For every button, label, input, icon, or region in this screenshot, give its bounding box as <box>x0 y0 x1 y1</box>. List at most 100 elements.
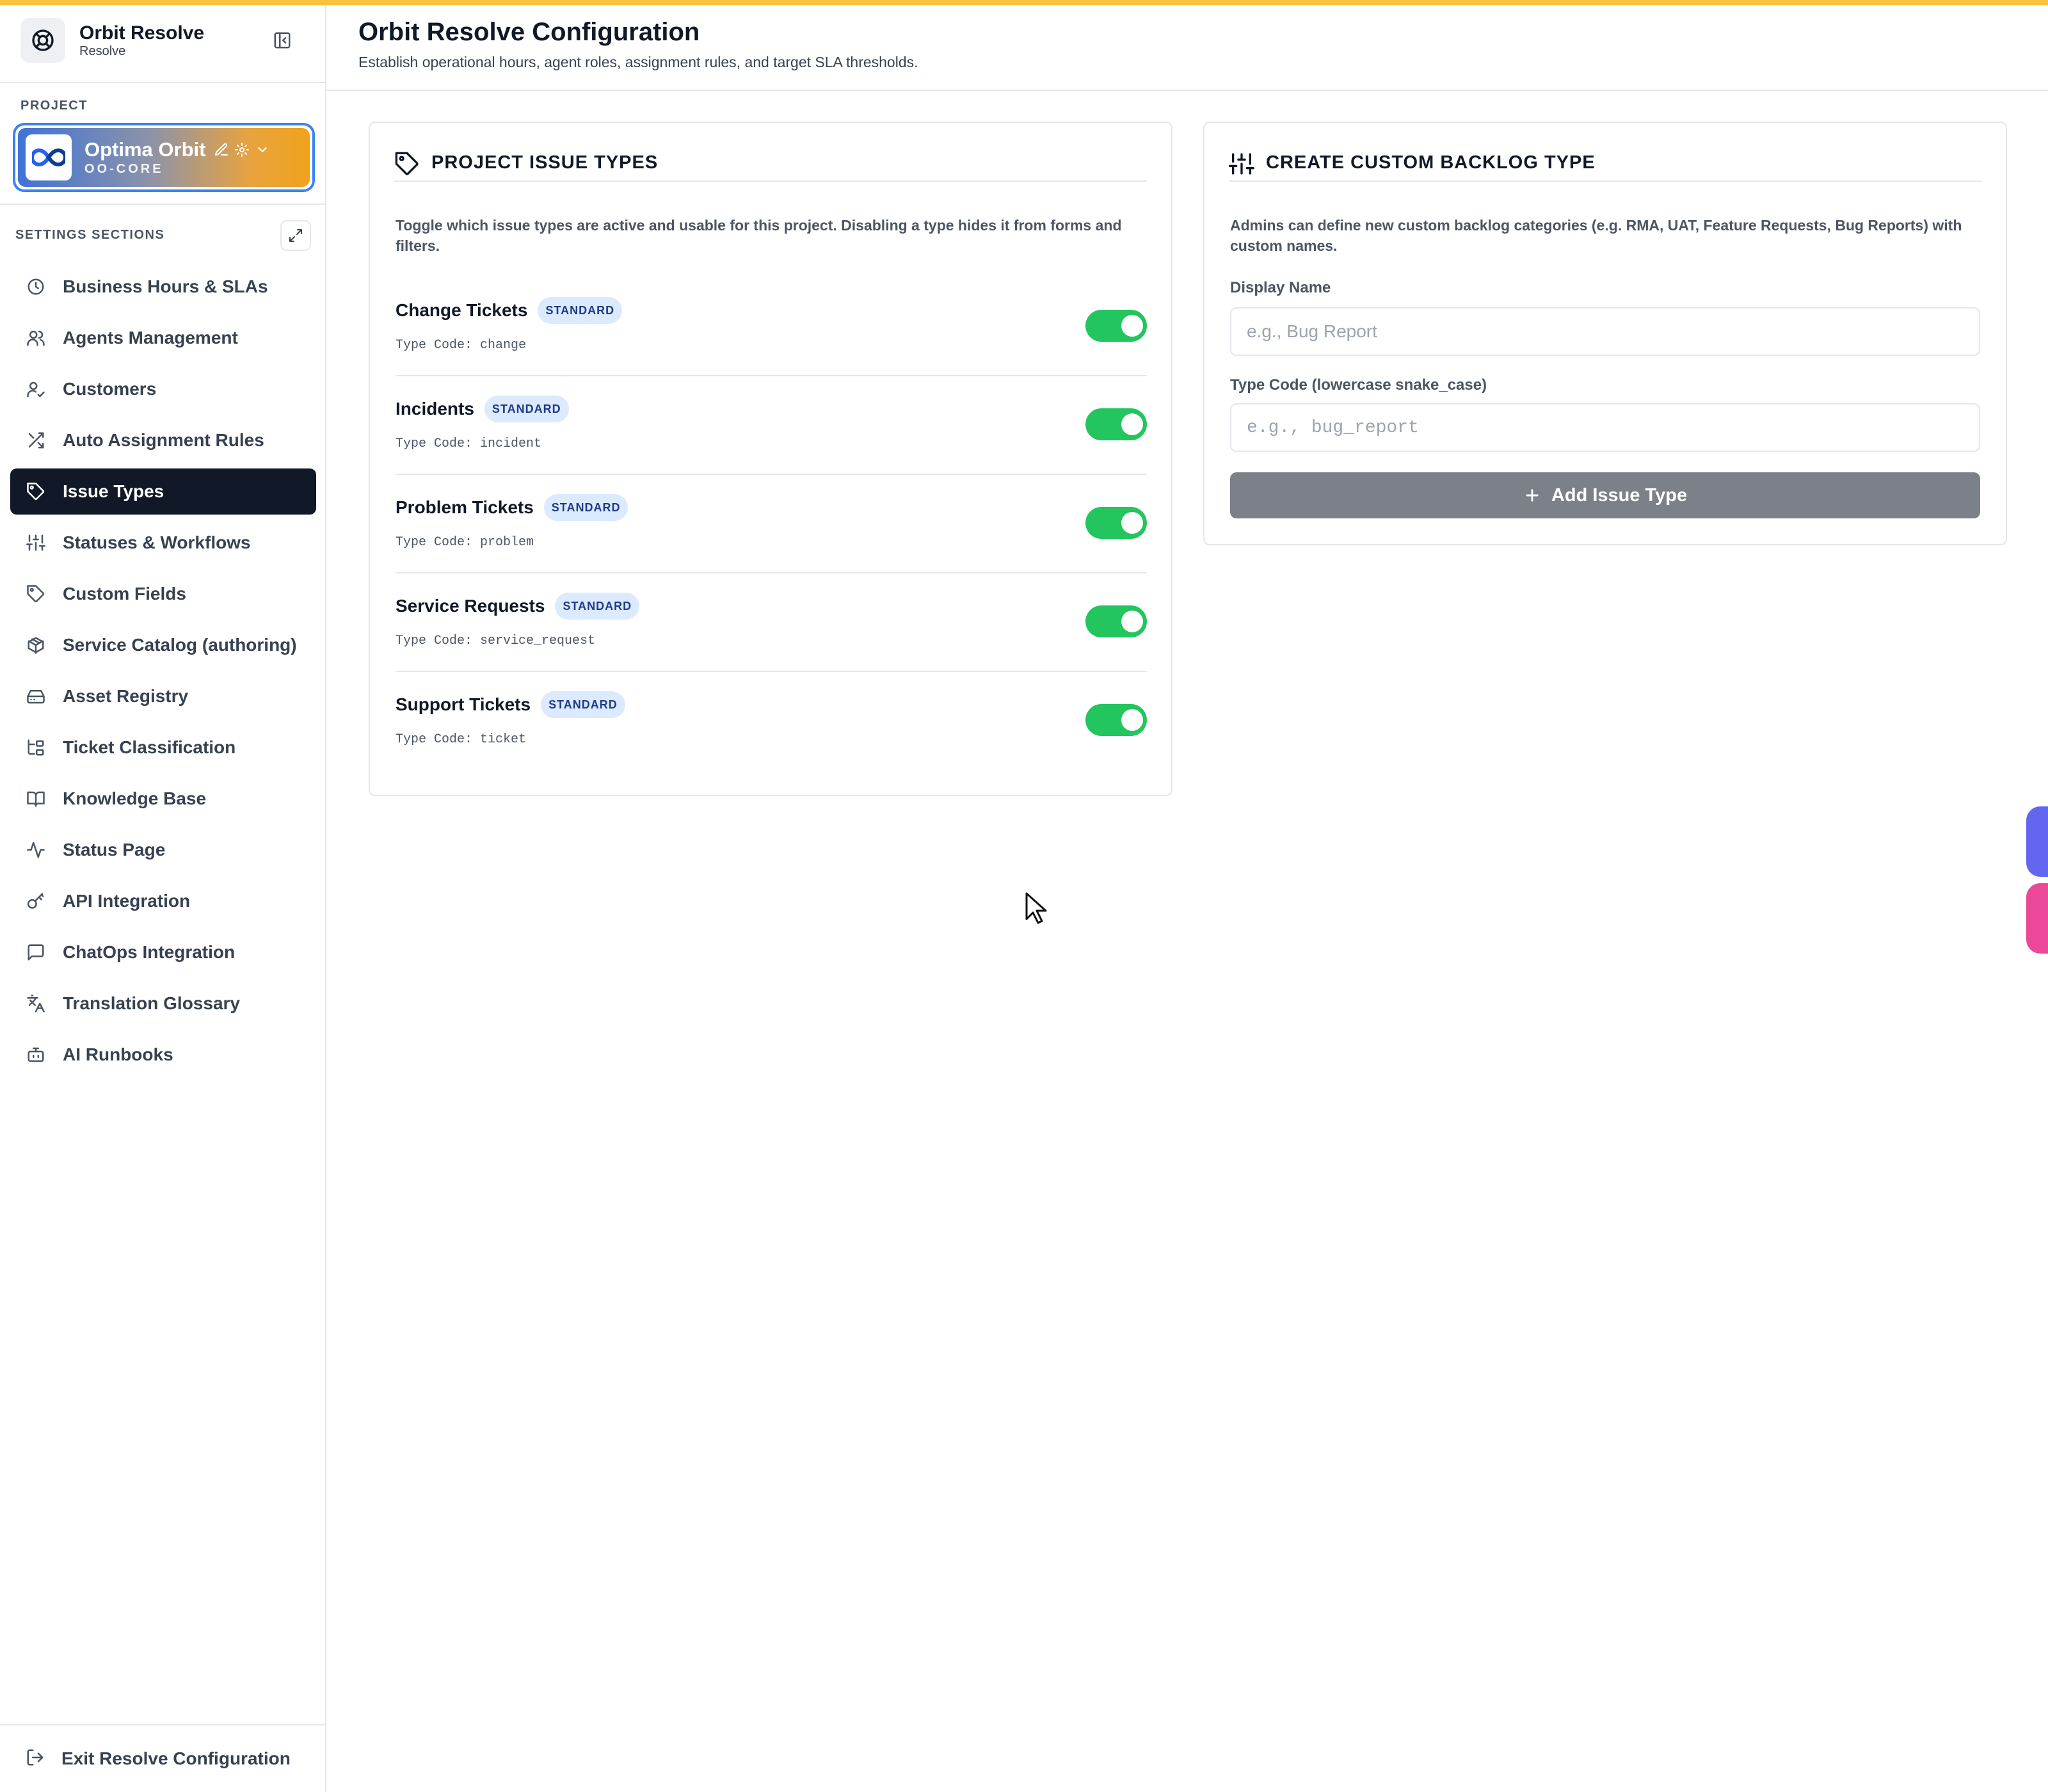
project-name: Optima Orbit <box>84 138 206 161</box>
sidebar-item-label: Service Catalog (authoring) <box>63 635 297 655</box>
issue-type-name: Change Tickets <box>396 300 528 320</box>
user-check-icon <box>26 379 46 399</box>
sidebar-item-business-hours[interactable]: Business Hours & SLAs <box>10 264 316 310</box>
plus-icon <box>1523 486 1541 504</box>
issue-type-toggle[interactable] <box>1085 310 1147 342</box>
sidebar-item-auto-assignment[interactable]: Auto Assignment Rules <box>10 417 316 463</box>
sidebar: Orbit Resolve Resolve PROJECT Optima Orb… <box>0 0 326 1792</box>
standard-badge: STANDARD <box>555 593 640 620</box>
card-description: Admins can define new custom backlog cat… <box>1230 217 1962 254</box>
log-out-icon <box>26 1748 45 1770</box>
issue-type-name: Service Requests <box>396 596 545 616</box>
brand: Orbit Resolve Resolve <box>20 18 204 63</box>
issue-type-row: Problem Tickets STANDARD Type Code: prob… <box>396 475 1147 573</box>
sidebar-item-label: AI Runbooks <box>63 1044 173 1064</box>
message-square-icon <box>26 942 46 963</box>
bot-icon <box>26 1044 46 1065</box>
edit-icon[interactable] <box>213 141 230 158</box>
page-subtitle: Establish operational hours, agent roles… <box>358 54 918 70</box>
project-label: PROJECT <box>20 99 88 113</box>
sidebar-item-issue-types[interactable]: Issue Types <box>10 468 316 515</box>
sidebar-item-status-page[interactable]: Status Page <box>10 827 316 873</box>
issue-type-code: Type Code: ticket <box>396 732 527 747</box>
infinity-logo-icon <box>26 134 72 180</box>
sidebar-item-ai-runbooks[interactable]: AI Runbooks <box>10 1032 316 1078</box>
sidebar-item-label: Ticket Classification <box>63 737 236 757</box>
project-switcher[interactable]: Optima Orbit OO-CORE <box>13 123 315 192</box>
issue-type-name: Incidents <box>396 399 474 419</box>
floating-action-button[interactable] <box>2026 883 2048 954</box>
lifebuoy-icon <box>20 18 65 63</box>
users-icon <box>26 328 46 348</box>
app-title: Orbit Resolve <box>79 22 205 44</box>
card-title: CREATE CUSTOM BACKLOG TYPE <box>1266 152 1596 173</box>
sidebar-item-label: Agents Management <box>63 328 238 348</box>
book-icon <box>26 788 46 809</box>
expand-icon[interactable] <box>280 220 311 251</box>
sidebar-item-statuses[interactable]: Statuses & Workflows <box>10 520 316 566</box>
project-issue-types-card: PROJECT ISSUE TYPES Toggle which issue t… <box>369 122 1172 796</box>
tag-icon <box>26 481 46 502</box>
sidebar-item-label: Customers <box>63 379 157 399</box>
key-icon <box>26 891 46 911</box>
toggle-knob <box>1121 709 1143 731</box>
issue-type-toggle[interactable] <box>1085 605 1147 637</box>
standard-badge: STANDARD <box>538 297 623 324</box>
toggle-knob <box>1121 611 1143 632</box>
app-subtitle: Resolve <box>79 44 126 58</box>
sidebar-item-custom-fields[interactable]: Custom Fields <box>10 571 316 617</box>
sidebar-item-agents[interactable]: Agents Management <box>10 315 316 361</box>
card-title: PROJECT ISSUE TYPES <box>431 152 659 173</box>
issue-type-name: Support Tickets <box>396 694 531 714</box>
display-name-input[interactable] <box>1230 307 1980 356</box>
sidebar-item-api-integration[interactable]: API Integration <box>10 878 316 924</box>
card-description: Toggle which issue types are active and … <box>396 217 1122 254</box>
toggle-knob <box>1121 315 1143 337</box>
sliders-icon <box>26 532 46 553</box>
collapse-sidebar-icon[interactable] <box>270 28 294 52</box>
sidebar-item-label: Asset Registry <box>63 686 189 706</box>
sidebar-item-label: Translation Glossary <box>63 993 240 1013</box>
add-issue-type-button[interactable]: Add Issue Type <box>1230 472 1980 518</box>
issue-type-code: Type Code: change <box>396 338 527 353</box>
issue-type-code: Type Code: problem <box>396 535 534 550</box>
sidebar-item-ticket-classification[interactable]: Ticket Classification <box>10 724 316 771</box>
exit-configuration-label: Exit Resolve Configuration <box>61 1748 291 1768</box>
issue-type-row: Incidents STANDARD Type Code: incident <box>396 376 1147 475</box>
sidebar-item-label: ChatOps Integration <box>63 942 236 962</box>
divider <box>0 82 325 83</box>
tag-icon <box>394 151 420 177</box>
standard-badge: STANDARD <box>484 396 569 422</box>
tag-icon <box>26 584 46 604</box>
issue-type-toggle[interactable] <box>1085 507 1147 539</box>
issue-type-toggle[interactable] <box>1085 704 1147 736</box>
sidebar-item-label: Statuses & Workflows <box>63 532 251 552</box>
floating-action-button[interactable] <box>2026 806 2048 877</box>
toggle-knob <box>1121 512 1143 534</box>
gear-icon[interactable] <box>234 141 250 158</box>
type-code-label: Type Code (lowercase snake_case) <box>1230 376 1487 394</box>
exit-configuration-button[interactable]: Exit Resolve Configuration <box>10 1736 316 1782</box>
activity-icon <box>26 840 46 860</box>
sidebar-item-label: Business Hours & SLAs <box>63 276 268 296</box>
toggle-knob <box>1121 413 1143 435</box>
settings-nav: Business Hours & SLAs Agents Management … <box>10 264 316 1083</box>
chevron-down-icon[interactable] <box>254 141 271 158</box>
mouse-cursor-icon <box>1025 892 1047 924</box>
divider <box>0 1724 325 1725</box>
sliders-icon <box>1229 151 1254 177</box>
standard-badge: STANDARD <box>543 494 628 521</box>
sidebar-item-asset-registry[interactable]: Asset Registry <box>10 673 316 719</box>
issue-type-toggle[interactable] <box>1085 408 1147 440</box>
issue-type-row: Change Tickets STANDARD Type Code: chang… <box>396 278 1147 376</box>
type-code-input[interactable] <box>1230 403 1980 452</box>
page-title: Orbit Resolve Configuration <box>358 18 700 46</box>
sidebar-item-translation-glossary[interactable]: Translation Glossary <box>10 980 316 1027</box>
sidebar-item-chatops[interactable]: ChatOps Integration <box>10 929 316 975</box>
sidebar-item-service-catalog[interactable]: Service Catalog (authoring) <box>10 622 316 668</box>
sidebar-item-knowledge-base[interactable]: Knowledge Base <box>10 776 316 822</box>
card-header: PROJECT ISSUE TYPES <box>394 150 1147 182</box>
page-header: Orbit Resolve Configuration Establish op… <box>326 5 2048 91</box>
sidebar-item-label: API Integration <box>63 891 191 911</box>
sidebar-item-customers[interactable]: Customers <box>10 366 316 412</box>
